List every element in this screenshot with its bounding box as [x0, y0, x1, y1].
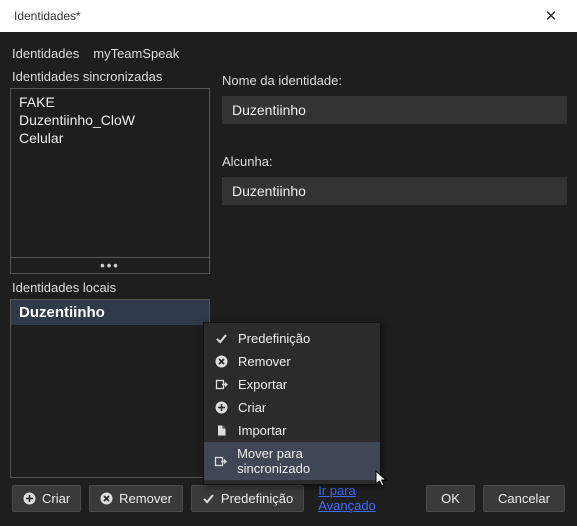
nickname-input[interactable]	[222, 177, 567, 205]
remove-button[interactable]: Remover	[89, 485, 183, 512]
menu-item-export[interactable]: Exportar	[204, 373, 380, 396]
left-panel: Identidades sincronizadas FAKE Duzentiin…	[10, 67, 210, 478]
window: { "window": { "title": "Identidades*" },…	[0, 0, 577, 526]
export-icon	[214, 454, 227, 468]
create-button-label: Criar	[42, 491, 70, 506]
list-item[interactable]: FAKE	[13, 93, 207, 111]
plus-circle-icon	[214, 401, 228, 415]
file-icon	[214, 424, 228, 438]
menu-item-import[interactable]: Importar	[204, 419, 380, 442]
remove-button-label: Remover	[119, 491, 172, 506]
footer: Criar Remover Predefinição Ir para Avanç…	[10, 478, 567, 526]
list-resize-handle[interactable]: •••	[10, 258, 210, 274]
default-button[interactable]: Predefinição	[191, 485, 304, 512]
menu-item-remove[interactable]: Remover	[204, 350, 380, 373]
advanced-link[interactable]: Ir para Avançado	[318, 483, 404, 513]
tab-myteamspeak[interactable]: myTeamSpeak	[93, 46, 179, 61]
menu-item-default[interactable]: Predefinição	[204, 327, 380, 350]
tab-identities[interactable]: Identidades	[12, 46, 79, 61]
nickname-label: Alcunha:	[222, 154, 567, 169]
cancel-button[interactable]: Cancelar	[483, 485, 565, 512]
identity-name-input[interactable]	[222, 96, 567, 124]
dialog-body: Identidades myTeamSpeak Identidades sinc…	[0, 32, 577, 526]
check-icon	[214, 332, 228, 346]
ok-button[interactable]: OK	[426, 485, 475, 512]
identity-name-label: Nome da identidade:	[222, 73, 567, 88]
close-icon[interactable]: ✕	[531, 7, 571, 25]
window-title: Identidades*	[14, 9, 81, 23]
x-circle-icon	[214, 355, 228, 369]
plus-circle-icon	[23, 492, 36, 505]
menu-item-move-to-sync[interactable]: Mover para sincronizado	[204, 442, 380, 480]
list-item-selected[interactable]: Duzentiinho	[11, 300, 209, 325]
create-button[interactable]: Criar	[12, 485, 81, 512]
tabs: Identidades myTeamSpeak	[10, 42, 567, 67]
export-icon	[214, 378, 228, 392]
local-identities-label: Identidades locais	[12, 280, 210, 295]
context-menu: Predefinição Remover Exportar Criar	[203, 322, 381, 485]
sync-identities-label: Identidades sincronizadas	[12, 69, 210, 84]
menu-item-create[interactable]: Criar	[204, 396, 380, 419]
local-identities-list[interactable]: Duzentiinho	[10, 299, 210, 478]
list-item[interactable]: Celular	[13, 129, 207, 147]
check-icon	[202, 492, 215, 505]
sync-identities-list[interactable]: FAKE Duzentiinho_CloW Celular	[10, 88, 210, 258]
mouse-cursor-icon	[375, 470, 389, 488]
titlebar: Identidades* ✕	[0, 0, 577, 32]
x-circle-icon	[100, 492, 113, 505]
list-item[interactable]: Duzentiinho_CloW	[13, 111, 207, 129]
default-button-label: Predefinição	[221, 491, 293, 506]
